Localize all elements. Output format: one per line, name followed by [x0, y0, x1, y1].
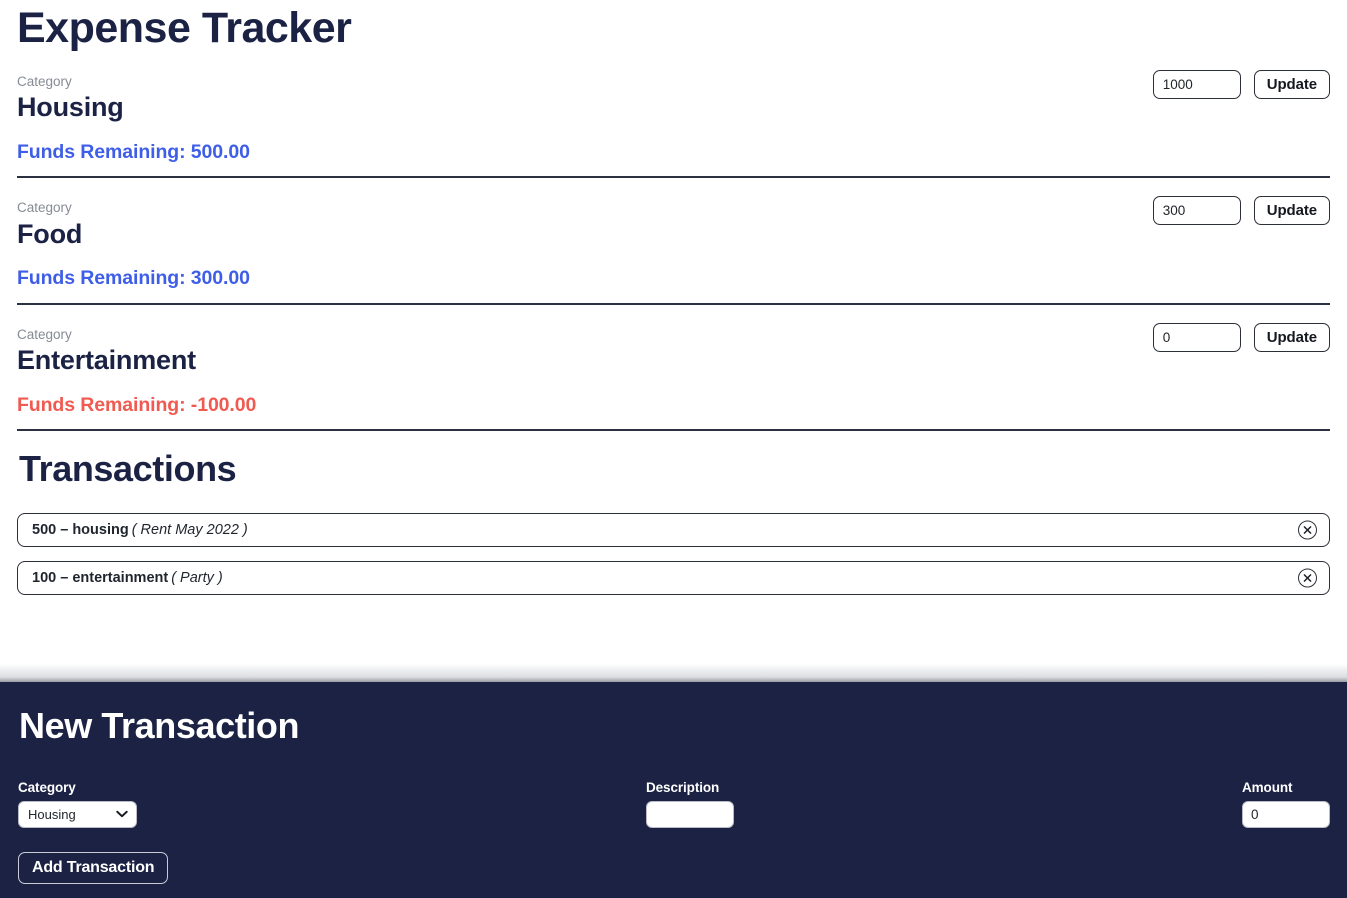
amount-field-label: Amount: [1242, 779, 1293, 795]
description-input[interactable]: [646, 800, 734, 828]
transaction-amount-category: 100 – entertainment: [32, 569, 169, 586]
add-transaction-button[interactable]: Add Transaction: [18, 852, 169, 884]
x-glyph: [1303, 525, 1312, 534]
new-transaction-heading: New Transaction: [19, 705, 300, 746]
update-button-housing[interactable]: Update: [1253, 70, 1330, 100]
transactions-list: 500 – housing( Rent May 2022 ) 100 – ent…: [17, 512, 1330, 595]
budget-row-food: Category Food Funds Remaining: 300.00 Up…: [17, 176, 1330, 302]
expense-tracker-app: Expense Tracker Category Housing Funds R…: [0, 0, 1347, 898]
budget-controls-food: Update: [1152, 196, 1330, 226]
transactions-heading: Transactions: [19, 448, 237, 490]
circle-x-icon[interactable]: [1298, 520, 1317, 540]
transaction-text: 100 – entertainment( Party ): [32, 570, 223, 586]
category-select-wrapper: Housing Food Entertainment: [18, 800, 137, 828]
category-select[interactable]: Housing Food Entertainment: [18, 800, 137, 828]
description-field-label: Description: [646, 779, 720, 795]
budget-controls-entertainment: Update: [1152, 322, 1330, 352]
transaction-row[interactable]: 500 – housing( Rent May 2022 ): [17, 512, 1330, 547]
transaction-text: 500 – housing( Rent May 2022 ): [32, 522, 248, 538]
new-transaction-form: Category Housing Food Entertainment Desc…: [18, 780, 1330, 828]
page-title: Expense Tracker: [17, 4, 352, 52]
transaction-description: ( Rent May 2022 ): [131, 521, 248, 538]
budget-input-entertainment[interactable]: [1152, 322, 1241, 352]
category-label: Category: [17, 200, 72, 216]
amount-input[interactable]: [1242, 800, 1330, 828]
update-button-food[interactable]: Update: [1253, 196, 1330, 226]
category-name-food: Food: [17, 218, 83, 249]
funds-remaining-entertainment: Funds Remaining: -100.00: [17, 393, 257, 416]
transaction-amount-category: 500 – housing: [32, 521, 129, 538]
category-label: Category: [17, 326, 72, 342]
funds-remaining-housing: Funds Remaining: 500.00: [17, 141, 250, 164]
budget-controls-housing: Update: [1152, 70, 1330, 100]
budget-row-housing: Category Housing Funds Remaining: 500.00…: [17, 52, 1330, 176]
amount-field-group: Amount: [1242, 780, 1330, 828]
budget-input-food[interactable]: [1152, 196, 1241, 226]
main-content-scroll-area[interactable]: Expense Tracker Category Housing Funds R…: [0, 0, 1347, 680]
transactions-section: Transactions 500 – housing( Rent May 202…: [17, 429, 1330, 595]
new-transaction-panel: New Transaction Category Housing Food En…: [0, 682, 1347, 898]
update-button-entertainment[interactable]: Update: [1253, 322, 1330, 352]
category-name-entertainment: Entertainment: [17, 345, 196, 375]
category-field-group: Category Housing Food Entertainment: [18, 780, 137, 828]
panel-top-shadow: [0, 664, 1347, 682]
category-field-label: Category: [18, 779, 76, 795]
category-name-housing: Housing: [17, 92, 124, 123]
transaction-description: ( Party ): [171, 569, 223, 586]
funds-remaining-food: Funds Remaining: 300.00: [17, 267, 250, 290]
x-glyph: [1303, 573, 1312, 582]
budget-row-entertainment: Category Entertainment Funds Remaining: …: [17, 302, 1330, 429]
circle-x-icon[interactable]: [1298, 568, 1317, 588]
description-field-group: Description: [646, 780, 734, 828]
budget-input-housing[interactable]: [1152, 70, 1241, 100]
category-label: Category: [17, 74, 72, 90]
transaction-row[interactable]: 100 – entertainment( Party ): [17, 560, 1330, 595]
